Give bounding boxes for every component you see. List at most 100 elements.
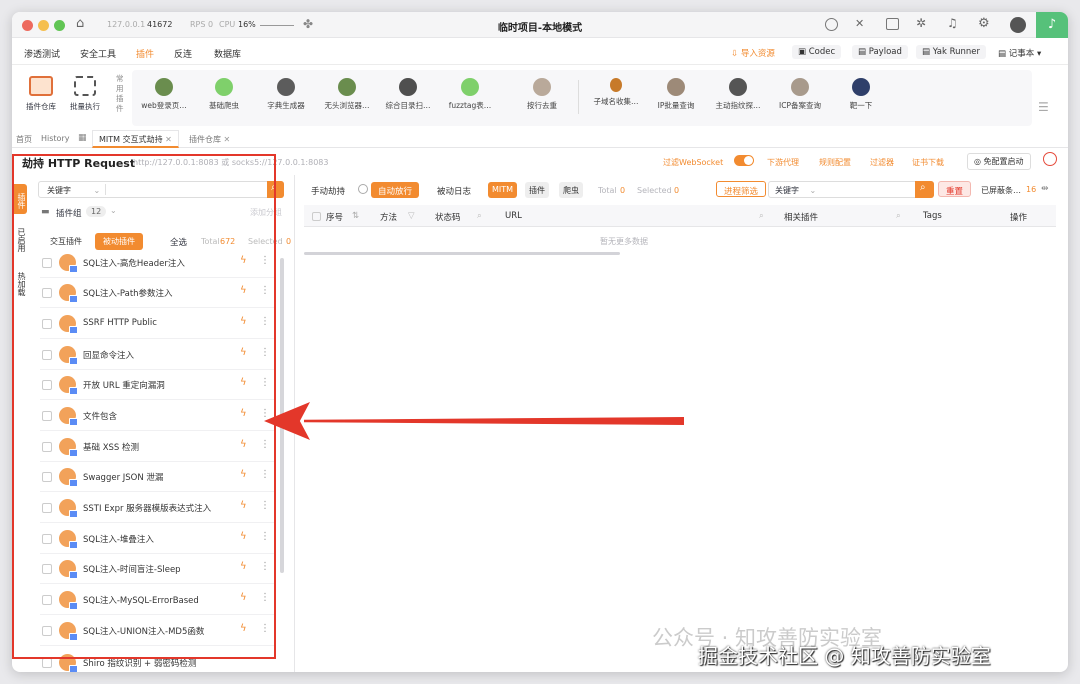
selected-value: 0 — [674, 186, 680, 195]
notebook-button[interactable]: ▤ 记事本 ▾ — [992, 45, 1047, 61]
plugin-fingerprint[interactable]: 主动指纹探… — [706, 74, 770, 111]
process-filter-button[interactable]: 进程筛选 — [716, 181, 767, 197]
tab-plugin-store-label: 插件仓库 — [189, 135, 221, 144]
keyword-select-label: 关键字 — [775, 186, 799, 195]
free-config-label: 免配置启动 — [983, 157, 1024, 166]
tab-mitm-label: MITM 交互式劫持 — [99, 135, 163, 144]
menu-reverse[interactable]: 反连 — [174, 47, 192, 60]
close-icon[interactable]: ✕ — [165, 135, 172, 144]
batch-execute-button[interactable]: 批量执行 — [70, 76, 100, 112]
item-checkbox[interactable] — [42, 658, 52, 668]
plugin-web-login[interactable]: web登录页… — [132, 74, 196, 111]
common-plugins-label: 常用插件 — [116, 74, 124, 113]
info-icon[interactable] — [358, 184, 368, 194]
title-bar: ⌂ 127.0.0.1 41672 RPS 0 CPU 16% ✤ 临时项目-本… — [12, 12, 1068, 38]
request-search-box[interactable]: 关键字 ⌄ ⌕ — [768, 181, 934, 198]
plugin-basic-crawler[interactable]: 基础爬虫 — [192, 74, 256, 111]
plugin-store-label: 插件仓库 — [26, 102, 56, 111]
common-plugins-list: web登录页… 基础爬虫 字典生成器 无头浏览器… 综合目录扫… fuzztag… — [132, 70, 1032, 126]
grid-tab-icon[interactable]: ▦ — [78, 133, 87, 143]
table-scrollbar[interactable] — [304, 252, 620, 255]
sort-icon[interactable]: ⇅ — [352, 211, 359, 221]
plugin-headless[interactable]: 无头浏览器… — [315, 74, 379, 111]
help-icon[interactable] — [825, 18, 838, 31]
bell-icon[interactable]: ♫ — [947, 16, 958, 30]
batch-execute-label: 批量执行 — [70, 102, 100, 111]
tools-icon[interactable]: ✕ — [855, 17, 864, 30]
col-related-plugins[interactable]: 相关插件 — [784, 211, 818, 223]
tab-mitm[interactable]: MITM 交互式劫持 ✕ — [92, 130, 179, 148]
passive-log-button[interactable]: 被动日志 — [430, 182, 478, 198]
notification-icon[interactable]: ♪ — [1036, 12, 1068, 38]
filter-mitm[interactable]: MITM — [488, 182, 518, 198]
gear-icon[interactable]: ⚙ — [978, 16, 990, 31]
filter-icon[interactable]: ▽ — [408, 211, 415, 221]
col-tags[interactable]: Tags — [923, 211, 942, 221]
payload-button[interactable]: ▤ Payload — [852, 45, 908, 59]
watermark-juejin: 掘金技术社区 @ 知攻善防实验室 — [698, 644, 991, 668]
notebook-label: 记事本 — [1008, 49, 1035, 59]
plugin-store-button[interactable]: 插件仓库 — [26, 76, 56, 112]
plugin-target[interactable]: 靶一下 — [829, 74, 893, 111]
page-tabs: 首页 History ▦ MITM 交互式劫持 ✕ 插件仓库 ✕ — [12, 130, 1068, 148]
tab-history[interactable]: History — [41, 134, 69, 143]
header-checkbox[interactable] — [312, 212, 321, 221]
expand-icon[interactable]: ⇹ — [1041, 184, 1049, 194]
menu-security-tools[interactable]: 安全工具 — [80, 47, 116, 60]
free-config-button[interactable]: ◎ 免配置启动 — [967, 153, 1031, 170]
col-status[interactable]: 状态码 — [435, 211, 461, 223]
tab-plugin-store[interactable]: 插件仓库 ✕ — [189, 134, 230, 145]
payload-label: Payload — [868, 47, 902, 57]
close-icon[interactable]: ✕ — [224, 135, 231, 144]
search-icon[interactable]: ⌕ — [759, 211, 764, 221]
plugin-icp[interactable]: ICP备案查询 — [768, 74, 832, 111]
import-resource-button[interactable]: ⇩ 导入资源 — [725, 45, 781, 61]
menu-plugins[interactable]: 插件 — [136, 47, 154, 60]
plugins-divider — [578, 80, 579, 114]
search-icon[interactable]: ⌕ — [477, 211, 482, 221]
grid-icon — [74, 76, 96, 96]
import-resource-label: 导入资源 — [740, 49, 775, 59]
filter-websocket-toggle[interactable] — [734, 155, 754, 166]
chevron-down-icon: ⌄ — [809, 186, 817, 195]
codec-label: Codec — [808, 47, 836, 57]
selected-value: 0 — [286, 237, 292, 246]
filter-plugin[interactable]: 插件 — [525, 182, 549, 198]
blocked-label[interactable]: 已屏蔽条… — [981, 185, 1021, 196]
reset-button[interactable]: 重置 — [938, 181, 972, 197]
plugin-fuzztag[interactable]: fuzztag表… — [438, 74, 502, 111]
codec-button[interactable]: ▣ Codec — [792, 45, 842, 59]
downstream-proxy-link[interactable]: 下游代理 — [767, 157, 799, 168]
col-url[interactable]: URL — [505, 211, 522, 221]
col-actions[interactable]: 操作 — [1010, 211, 1027, 223]
yak-runner-button[interactable]: ▤ Yak Runner — [916, 45, 986, 59]
filter-link[interactable]: 过滤器 — [870, 157, 894, 168]
collapse-icon[interactable]: ☰ — [1038, 100, 1049, 114]
plugin-dict-gen[interactable]: 字典生成器 — [254, 74, 318, 111]
plugin-subdomain[interactable]: 子域名收集… — [584, 74, 648, 107]
plugin-dedupe[interactable]: 按行去重 — [510, 74, 574, 111]
col-method[interactable]: 方法 — [380, 211, 397, 223]
total-value: 0 — [620, 186, 626, 195]
cert-download-link[interactable]: 证书下载 — [912, 157, 944, 168]
search-icon[interactable]: ⌕ — [896, 211, 901, 221]
keyword-select[interactable]: 关键字 ⌄ — [775, 185, 816, 196]
filter-crawler[interactable]: 爬虫 — [559, 182, 583, 198]
blocked-count: 16 — [1026, 185, 1037, 194]
plugin-ip-batch[interactable]: IP批量查询 — [644, 74, 708, 111]
manual-hijack-button[interactable]: 手动劫持 — [304, 182, 352, 198]
rule-config-link[interactable]: 规则配置 — [819, 157, 851, 168]
avatar[interactable] — [1010, 17, 1026, 33]
app-window: ⌂ 127.0.0.1 41672 RPS 0 CPU 16% ✤ 临时项目-本… — [12, 12, 1068, 672]
plugin-dir-scan[interactable]: 综合目录扫… — [376, 74, 440, 111]
power-icon[interactable] — [1043, 152, 1057, 166]
request-search-button[interactable]: ⌕ — [915, 181, 934, 198]
auto-release-button[interactable]: 自动放行 — [371, 182, 420, 198]
col-index[interactable]: 序号 — [326, 211, 343, 223]
menu-database[interactable]: 数据库 — [214, 47, 241, 60]
tab-home[interactable]: 首页 — [16, 134, 32, 145]
menu-bar: 渗透测试 安全工具 插件 反连 数据库 ⇩ 导入资源 ▣ Codec ▤ Pay… — [12, 39, 1068, 65]
bug-icon[interactable]: ✲ — [916, 16, 926, 30]
menu-pentest[interactable]: 渗透测试 — [24, 47, 60, 60]
terminal-icon[interactable] — [886, 18, 899, 30]
